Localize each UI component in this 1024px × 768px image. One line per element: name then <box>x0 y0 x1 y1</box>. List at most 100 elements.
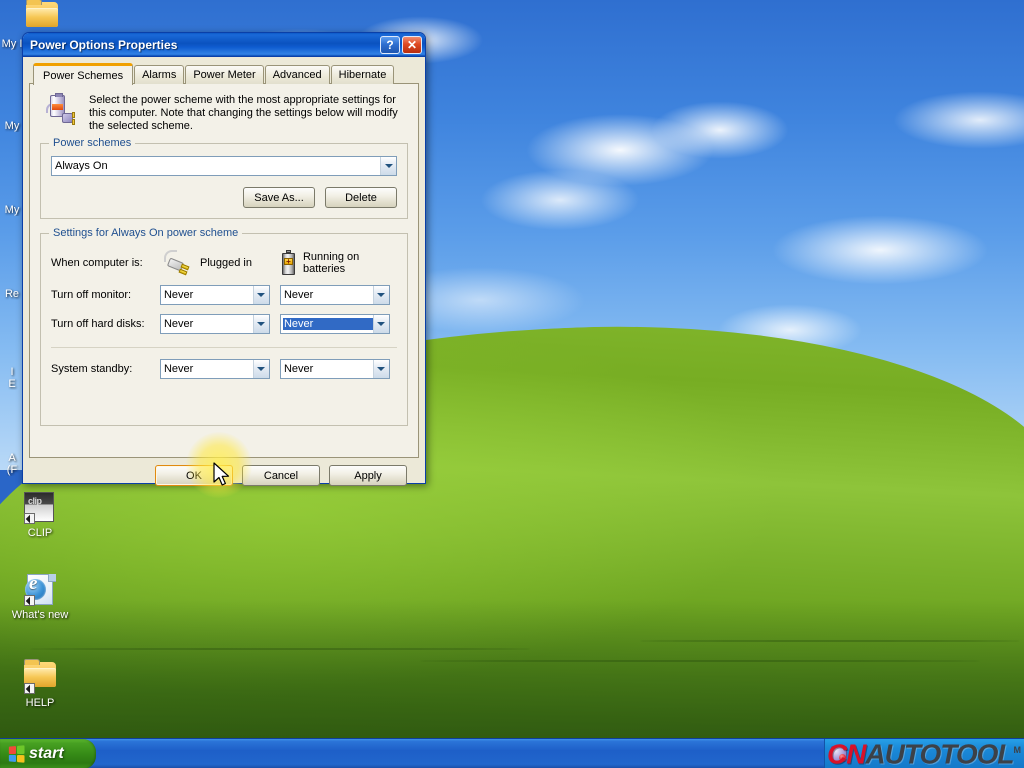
settings-table: When computer is: Plugged in + Running o… <box>51 246 397 338</box>
delete-button[interactable]: Delete <box>325 187 397 208</box>
wallpaper-streak <box>30 648 530 650</box>
help-icon: ? <box>386 37 394 52</box>
desktop-icon-edge-3[interactable]: Re <box>0 288 24 300</box>
when-computer-is-label: When computer is: <box>51 257 143 269</box>
wallpaper-streak <box>420 660 980 662</box>
cancel-button[interactable]: Cancel <box>242 465 320 486</box>
chevron-down-icon[interactable] <box>252 359 269 378</box>
tab-alarms[interactable]: Alarms <box>134 65 185 84</box>
desktop-icon-edge-4[interactable]: I <box>0 366 24 378</box>
tab-label: Power Schemes <box>43 69 124 82</box>
cnautotool-watermark: CNAUTOTOOLM <box>827 735 1021 768</box>
ok-label: OK <box>186 469 202 482</box>
edge-icon-label: My <box>4 204 20 216</box>
desktop-icon-edge-2[interactable]: My <box>0 204 24 216</box>
power-options-properties-dialog[interactable]: Power Options Properties ? ✕ Power Schem… <box>22 32 426 486</box>
chevron-down-icon[interactable] <box>252 314 269 333</box>
power-scheme-select[interactable]: Always On <box>51 156 397 176</box>
desktop-icon-edge-0[interactable]: My I <box>0 38 24 50</box>
watermark-autotool-text: AUTOTOOL <box>865 738 1014 768</box>
save-as-button[interactable]: Save As... <box>243 187 315 208</box>
turn-off-hard-disks-plugged-select[interactable]: Never <box>159 313 270 334</box>
table-row-header: When computer is: Plugged in + Running o… <box>51 246 397 280</box>
chevron-down-icon[interactable] <box>372 359 389 378</box>
system-standby-plugged-cell: Never <box>159 354 280 383</box>
clip-shortcut-icon: clip <box>24 492 56 524</box>
turn-off-monitor-battery-select[interactable]: Never <box>279 284 390 305</box>
tab-advanced[interactable]: Advanced <box>264 65 330 84</box>
dialog-footer: OK Cancel Apply <box>29 458 419 486</box>
desktop-icon-label: HELP <box>25 697 55 709</box>
delete-label: Delete <box>345 191 377 204</box>
system-tray[interactable]: CNAUTOTOOLM <box>824 739 1024 768</box>
desktop-icon-edge-6[interactable]: A <box>0 452 24 464</box>
tab-page-power-schemes: Select the power scheme with the most ap… <box>29 83 419 458</box>
turn-off-monitor-plugged-cell: Never <box>159 280 280 309</box>
desktop-icon-help[interactable]: HELP <box>2 658 78 710</box>
when-computer-is-label-cell: When computer is: <box>51 246 160 280</box>
internet-explorer-document-shortcut-icon <box>24 574 56 606</box>
combo-value: Never <box>163 362 194 375</box>
desktop-icon-edge-7[interactable]: (F <box>0 464 24 476</box>
apply-button[interactable]: Apply <box>329 465 407 486</box>
dialog-titlebar[interactable]: Power Options Properties ? ✕ <box>23 33 425 57</box>
close-icon: ✕ <box>406 37 418 52</box>
system-standby-label: System standby: <box>51 362 133 375</box>
ok-button[interactable]: OK <box>155 465 233 486</box>
start-button[interactable]: start <box>0 739 96 768</box>
folder-shortcut-icon <box>24 659 56 694</box>
turn-off-hard-disks-label: Turn off hard disks: <box>51 317 145 330</box>
chevron-down-icon[interactable] <box>372 314 389 333</box>
chevron-down-icon[interactable] <box>380 157 396 175</box>
desktop-icon-label: CLIP <box>27 527 53 539</box>
tab-hibernate[interactable]: Hibernate <box>330 65 395 84</box>
edge-icon-label: I <box>10 366 14 378</box>
system-standby-label-cell: System standby: <box>51 354 160 383</box>
turn-off-hard-disks-battery-select[interactable]: Never <box>279 313 390 334</box>
edge-icon-label: E <box>8 378 16 390</box>
clip-icon-text: clip <box>28 496 42 506</box>
combo-value: Never <box>163 317 194 330</box>
desktop[interactable]: My I My My Re I E A (F clip CLIP What's … <box>0 0 1024 768</box>
turn-off-monitor-battery-cell: Never <box>279 280 397 309</box>
edge-icon-label: My I <box>1 38 23 50</box>
tab-power-meter[interactable]: Power Meter <box>185 65 264 84</box>
turn-off-hard-disks-label-cell: Turn off hard disks: <box>51 309 160 338</box>
table-row: System standby: Never Never <box>51 354 397 383</box>
table-row: Turn off monitor: Never Never <box>51 280 397 309</box>
chevron-down-icon[interactable] <box>372 285 389 304</box>
save-as-label: Save As... <box>254 191 304 204</box>
system-standby-battery-select[interactable]: Never <box>279 358 390 379</box>
plugged-in-label: Plugged in <box>199 257 252 269</box>
tab-label: Advanced <box>272 69 322 81</box>
dialog-body: Power Schemes Alarms Power Meter Advance… <box>23 57 425 492</box>
desktop-icon-clip[interactable]: clip CLIP <box>2 492 78 540</box>
desktop-icon-whats-new[interactable]: What's new <box>2 574 78 622</box>
plugged-in-header-cell: Plugged in <box>160 246 280 280</box>
desktop-icon-edge-1[interactable]: My <box>0 120 24 132</box>
taskbar[interactable]: start CNAUTOTOOLM <box>0 738 1024 768</box>
combo-value: Never <box>282 317 373 330</box>
desktop-icon-edge-5[interactable]: E <box>0 378 24 390</box>
edge-icon-label: (F <box>6 464 18 476</box>
turn-off-monitor-plugged-select[interactable]: Never <box>159 284 270 305</box>
tab-power-schemes[interactable]: Power Schemes <box>33 63 134 85</box>
intro-text: Select the power scheme with the most ap… <box>89 94 398 132</box>
start-button-label: start <box>29 745 64 762</box>
tab-label: Power Meter <box>193 69 256 81</box>
system-standby-plugged-select[interactable]: Never <box>159 358 270 379</box>
settings-group: Settings for Always On power scheme When… <box>40 227 408 426</box>
edge-icon-label: My <box>4 120 20 132</box>
close-button[interactable]: ✕ <box>402 35 422 54</box>
tab-strip[interactable]: Power Schemes Alarms Power Meter Advance… <box>29 62 419 85</box>
edge-icon-label: A <box>8 452 16 464</box>
power-schemes-group: Power schemes Always On Save As... Delet… <box>40 137 408 219</box>
help-button[interactable]: ? <box>380 35 400 54</box>
shortcut-arrow-icon <box>24 683 35 694</box>
power-schemes-legend: Power schemes <box>49 137 136 149</box>
chevron-down-icon[interactable] <box>252 285 269 304</box>
watermark-tm-text: M <box>1013 745 1021 755</box>
shortcut-arrow-icon <box>24 595 35 606</box>
shortcut-arrow-icon <box>24 513 35 524</box>
tray-app-icon[interactable] <box>831 746 847 762</box>
